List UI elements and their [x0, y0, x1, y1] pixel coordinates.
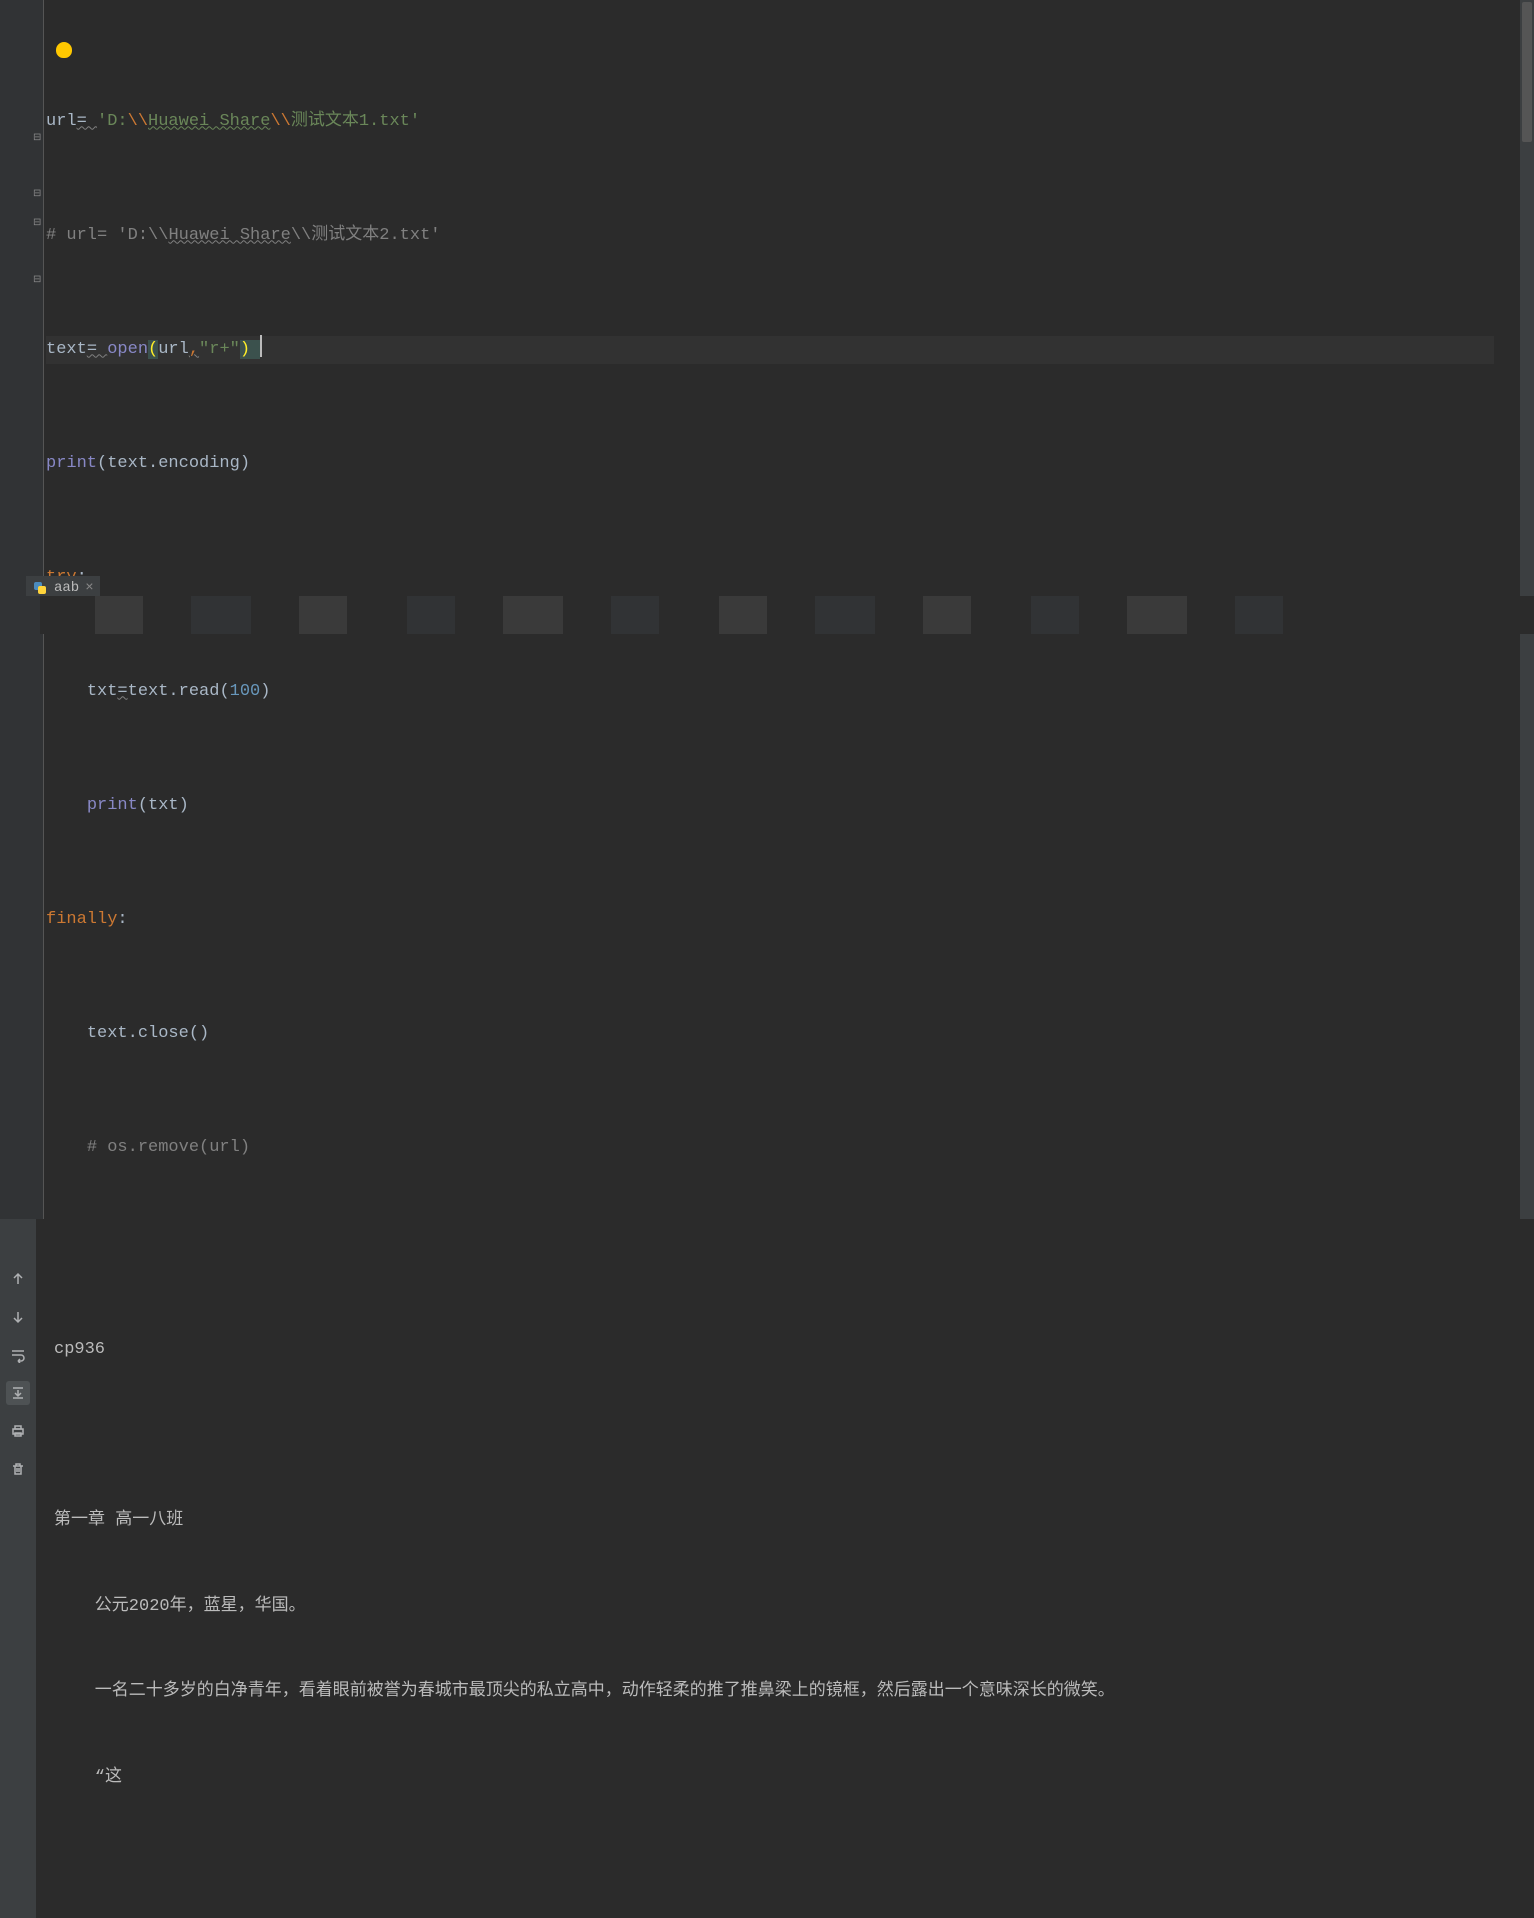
scroll-up-button[interactable] [6, 1267, 30, 1291]
scroll-to-end-button[interactable] [6, 1381, 30, 1405]
code-line[interactable]: # url= 'D:\\Huawei Share\\测试文本2.txt' [46, 222, 1534, 251]
paren-close: ) [240, 340, 260, 359]
code-line[interactable]: # os.remove(url) [46, 1134, 1534, 1163]
fn-open: open [107, 340, 148, 359]
expr: text.close() [87, 1024, 209, 1043]
paren-close: ) [240, 454, 250, 473]
run-toolbar [0, 1219, 36, 1918]
string-escape: \\ [128, 112, 148, 131]
close-icon[interactable]: × [85, 580, 93, 596]
paren-close: ) [260, 682, 270, 701]
indent [46, 1138, 87, 1157]
code-line[interactable]: print(txt) [46, 792, 1534, 821]
console-line: 一名二十多岁的白净青年，看着眼前被誉为春城市最顶尖的私立高中，动作轻柔的推了推鼻… [54, 1678, 1534, 1707]
scroll-down-button[interactable] [6, 1305, 30, 1329]
op-eq: = [77, 112, 97, 131]
comment: # os.remove(url) [87, 1138, 250, 1157]
kw-finally: finally [46, 910, 117, 929]
console-line: 第一章 高一八班 [54, 1507, 1534, 1536]
string-escape: \\ [270, 112, 290, 131]
python-icon [32, 580, 48, 596]
run-tab-label: aab [54, 580, 79, 596]
code-line[interactable]: try: [46, 564, 1534, 593]
console-line [54, 1849, 1534, 1878]
string-part: 测试文本1.txt [291, 112, 410, 131]
run-output-panel: cp936 第一章 高一八班 公元2020年，蓝星，华国。 一名二十多岁的白净青… [0, 1219, 1534, 1918]
fn-print: print [87, 796, 138, 815]
paren-close: ) [179, 796, 189, 815]
string-part: Huawei Share [148, 112, 270, 131]
intention-bulb-icon[interactable] [56, 42, 72, 58]
string-arg: "r+" [199, 340, 240, 359]
console-output[interactable]: cp936 第一章 高一八班 公元2020年，蓝星，华国。 一名二十多岁的白净青… [36, 1219, 1534, 1918]
paren-open: ( [97, 454, 107, 473]
indent [46, 682, 87, 701]
arg: url [158, 340, 189, 359]
var-name: text [46, 340, 87, 359]
var-name: url [46, 112, 77, 131]
string-escape: \\ [291, 226, 311, 245]
expr: text.read( [128, 682, 230, 701]
console-line: “这 [54, 1764, 1534, 1793]
code-line[interactable]: text.close() [46, 1020, 1534, 1049]
op-eq: = [87, 340, 107, 359]
var-name: url [66, 226, 97, 245]
code-line[interactable]: print(text.encoding) [46, 450, 1534, 479]
console-line: 公元2020年，蓝星，华国。 [54, 1593, 1534, 1622]
fn-print: print [46, 454, 97, 473]
indent [46, 1024, 87, 1043]
paren-open: ( [148, 340, 158, 359]
console-line [54, 1422, 1534, 1451]
print-button[interactable] [6, 1419, 30, 1443]
current-line-highlight [46, 336, 1494, 365]
string-open: 'D: [117, 226, 148, 245]
string-part: Huawei Share [168, 226, 290, 245]
scrollbar-thumb[interactable] [1522, 2, 1532, 142]
code-line[interactable]: finally: [46, 906, 1534, 935]
comment-hash: # [46, 226, 66, 245]
console-line: cp936 [54, 1336, 1534, 1365]
paren-open: ( [138, 796, 148, 815]
indent [46, 796, 87, 815]
soft-wrap-button[interactable] [6, 1343, 30, 1367]
op-eq: = [97, 226, 117, 245]
code-line[interactable]: txt=text.read(100) [46, 678, 1534, 707]
op-eq: = [117, 682, 127, 701]
string-open: 'D: [97, 112, 128, 131]
clear-button[interactable] [6, 1457, 30, 1481]
text-cursor [260, 335, 262, 357]
string-close: ' [430, 226, 440, 245]
string-close: ' [410, 112, 420, 131]
code-line[interactable]: url= 'D:\\Huawei Share\\测试文本1.txt' [46, 108, 1534, 137]
string-part: 测试文本2.txt [311, 226, 430, 245]
code-line-current[interactable]: text= open(url,"r+") [46, 336, 1534, 365]
run-tab[interactable]: aab × [26, 578, 100, 598]
expr: txt [148, 796, 179, 815]
colon: : [117, 910, 127, 929]
expr: text.encoding [107, 454, 240, 473]
var-name: txt [87, 682, 118, 701]
string-escape: \\ [148, 226, 168, 245]
obscured-toolbar [0, 596, 1534, 634]
number: 100 [230, 682, 261, 701]
comma: , [189, 340, 199, 359]
